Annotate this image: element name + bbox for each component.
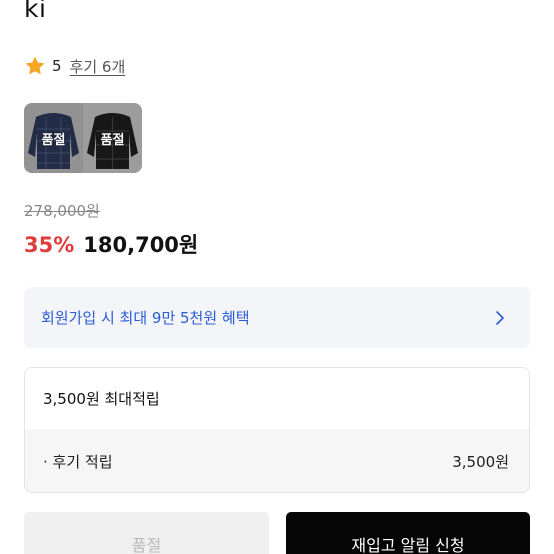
soldout-badge: 품절	[100, 132, 125, 148]
original-price: 278,000원	[24, 202, 100, 220]
option-thumbnail-black[interactable]: 품절	[83, 103, 142, 173]
price-row: 35% 180,700원	[24, 229, 198, 259]
points-header: 3,500원 최대적립	[43, 390, 160, 408]
points-row-label: · 후기 적립	[43, 452, 113, 471]
soldout-badge: 품절	[41, 132, 66, 148]
points-row-review: · 후기 적립 3,500원	[25, 429, 529, 492]
discount-rate: 35%	[24, 233, 75, 257]
star-icon	[24, 55, 46, 77]
restock-alert-button[interactable]: 재입고 알림 신청	[286, 512, 530, 554]
option-thumbnail-navy[interactable]: 품절	[24, 103, 83, 173]
option-thumbnails: 품절 품절	[24, 103, 142, 173]
points-row-value: 3,500원	[452, 452, 509, 471]
review-count-link[interactable]: 후기 6개	[70, 56, 126, 77]
points-box: 3,500원 최대적립 · 후기 적립 3,500원	[24, 367, 530, 493]
signup-benefit-banner[interactable]: 회원가입 시 최대 9만 5천원 혜택	[24, 287, 530, 348]
rating-row: 5 후기 6개	[24, 54, 125, 78]
product-title: ki	[24, 0, 47, 23]
sale-price: 180,700원	[83, 233, 199, 257]
soldout-button[interactable]: 품절	[24, 512, 269, 554]
rating-score: 5	[52, 57, 62, 75]
chevron-right-icon	[494, 310, 506, 326]
benefit-text: 회원가입 시 최대 9만 5천원 혜택	[41, 309, 250, 327]
